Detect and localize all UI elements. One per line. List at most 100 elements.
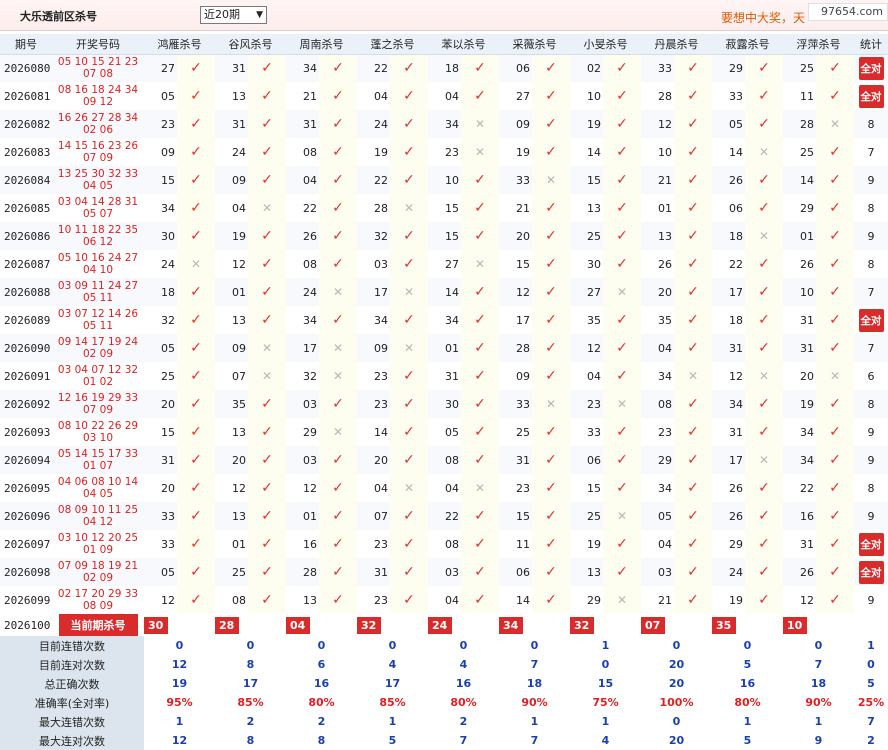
stats-label: 准确率(全对率) <box>0 693 144 712</box>
column-header: 浮萍杀号 <box>783 34 854 55</box>
kill-number-cell: 18 <box>445 61 459 75</box>
kill-number-cell: 33 <box>161 537 175 551</box>
period-cell: 2026083 <box>4 145 51 159</box>
row-stat-cell: 8 <box>867 257 875 271</box>
column-header: 采薇杀号 <box>499 34 570 55</box>
stats-value: 7 <box>530 734 539 747</box>
kill-number-cell: 33 <box>516 173 530 187</box>
kill-number-cell: 31 <box>800 537 814 551</box>
kill-number-cell: 09 <box>374 341 388 355</box>
all-correct-badge: 全对 <box>858 56 884 80</box>
stats-value: 25% <box>857 696 885 709</box>
kill-number-cell: 25 <box>516 425 530 439</box>
kill-number-cell: 13 <box>587 201 601 215</box>
kill-number-cell: 13 <box>232 313 246 327</box>
check-icon: ✓ <box>674 306 712 334</box>
cross-icon: ✕ <box>461 138 499 166</box>
check-icon: ✓ <box>532 418 570 446</box>
all-correct-badge: 全对 <box>858 84 884 108</box>
check-icon: ✓ <box>390 362 428 390</box>
kill-number-cell: 29 <box>800 201 814 215</box>
check-icon: ✓ <box>532 222 570 250</box>
kill-number-cell: 27 <box>516 89 530 103</box>
check-icon: ✓ <box>532 530 570 558</box>
kill-number-cell: 07 <box>232 369 246 383</box>
row-stat-cell: 全对 <box>854 54 888 82</box>
check-icon: ✓ <box>319 82 357 110</box>
kill-number-cell: 22 <box>729 257 743 271</box>
check-icon: ✓ <box>532 362 570 390</box>
check-icon: ✓ <box>461 530 499 558</box>
all-correct-badge: 全对 <box>858 560 884 584</box>
check-icon: ✓ <box>319 390 357 418</box>
kill-number-cell: 01 <box>232 285 246 299</box>
column-header: 统计 <box>854 34 888 55</box>
check-icon: ✓ <box>319 54 357 82</box>
kill-number-cell: 29 <box>303 425 317 439</box>
check-icon: ✓ <box>745 474 783 502</box>
check-icon: ✓ <box>461 390 499 418</box>
front-numbers: 05 10 15 21 23 <box>57 56 139 69</box>
all-correct-badge: 全对 <box>858 532 884 556</box>
current-kill-cell: 34 <box>499 614 570 636</box>
stats-value: 80% <box>734 696 761 709</box>
check-icon: ✓ <box>603 222 641 250</box>
current-kill-number: 28 <box>215 616 239 634</box>
kill-number-cell: 19 <box>587 537 601 551</box>
stats-value: 0 <box>601 658 610 671</box>
kill-number-table: 期号 开奖号码 鸿雁杀号 谷风杀号 周南杀号 蓬之杀号 苯以杀号 采薇杀号 小旻杀号 丹晨杀号 菽露… <box>0 34 888 750</box>
kill-number-cell: 04 <box>232 201 246 215</box>
check-icon: ✓ <box>603 110 641 138</box>
stats-label: 目前连错次数 <box>0 636 144 655</box>
cross-icon: ✕ <box>248 334 286 362</box>
back-numbers: 02 09 <box>82 348 114 360</box>
check-icon: ✓ <box>248 474 286 502</box>
kill-number-cell: 19 <box>516 145 530 159</box>
kill-number-cell: 26 <box>729 509 743 523</box>
check-icon: ✓ <box>319 250 357 278</box>
current-stat-empty <box>854 614 888 636</box>
kill-number-cell: 22 <box>374 173 388 187</box>
check-icon: ✓ <box>674 54 712 82</box>
check-icon: ✓ <box>461 558 499 586</box>
table-row: 2026088 03 09 11 24 27 05 11 18 ✓ 01 ✓ 24 ✕ 17 ✕ 14… <box>0 278 888 306</box>
stats-value: 8 <box>317 734 326 747</box>
period-cell: 2026085 <box>4 201 51 215</box>
stats-value: 8 <box>246 658 255 671</box>
kill-number-cell: 25 <box>800 145 814 159</box>
cross-icon: ✕ <box>532 390 570 418</box>
row-stat-cell: 9 <box>867 509 875 523</box>
kill-number-cell: 28 <box>658 89 672 103</box>
check-icon: ✓ <box>816 474 854 502</box>
back-numbers: 05 07 <box>82 208 114 220</box>
all-correct-badge: 全对 <box>858 308 884 332</box>
check-icon: ✓ <box>816 82 854 110</box>
kill-number-cell: 14 <box>445 285 459 299</box>
check-icon: ✓ <box>390 446 428 474</box>
check-icon: ✓ <box>390 250 428 278</box>
kill-number-cell: 05 <box>161 341 175 355</box>
check-icon: ✓ <box>745 54 783 82</box>
period-select[interactable]: 近20期 ▼ <box>200 6 267 24</box>
top-bar: 大乐透前区杀号 近20期 ▼ 要想中大奖，天 97654.com <box>0 0 888 31</box>
stats-value: 75% <box>592 696 619 709</box>
check-icon: ✓ <box>461 418 499 446</box>
front-numbers: 03 04 07 12 32 <box>57 364 139 376</box>
check-icon: ✓ <box>532 194 570 222</box>
current-kill-cell: 30 <box>144 614 215 636</box>
check-icon: ✓ <box>461 166 499 194</box>
table-row: 2026082 16 26 27 28 34 02 06 23 ✓ 31 ✓ 31 ✓ 24 ✓ 34… <box>0 110 888 138</box>
check-icon: ✓ <box>319 194 357 222</box>
check-icon: ✓ <box>248 110 286 138</box>
kill-number-cell: 06 <box>516 565 530 579</box>
current-kill-number: 07 <box>641 616 665 634</box>
table-row: 2026098 07 09 18 19 21 02 09 05 ✓ 25 ✓ 28 ✓ 31 ✓ 03… <box>0 558 888 586</box>
draw-numbers-cell: 16 26 27 28 34 02 06 <box>52 110 144 138</box>
kill-number-cell: 34 <box>445 117 459 131</box>
kill-number-cell: 15 <box>587 173 601 187</box>
kill-number-cell: 21 <box>303 89 317 103</box>
period-cell: 2026080 <box>4 61 51 75</box>
kill-number-cell: 28 <box>516 341 530 355</box>
cross-icon: ✕ <box>319 418 357 446</box>
kill-number-cell: 15 <box>587 481 601 495</box>
